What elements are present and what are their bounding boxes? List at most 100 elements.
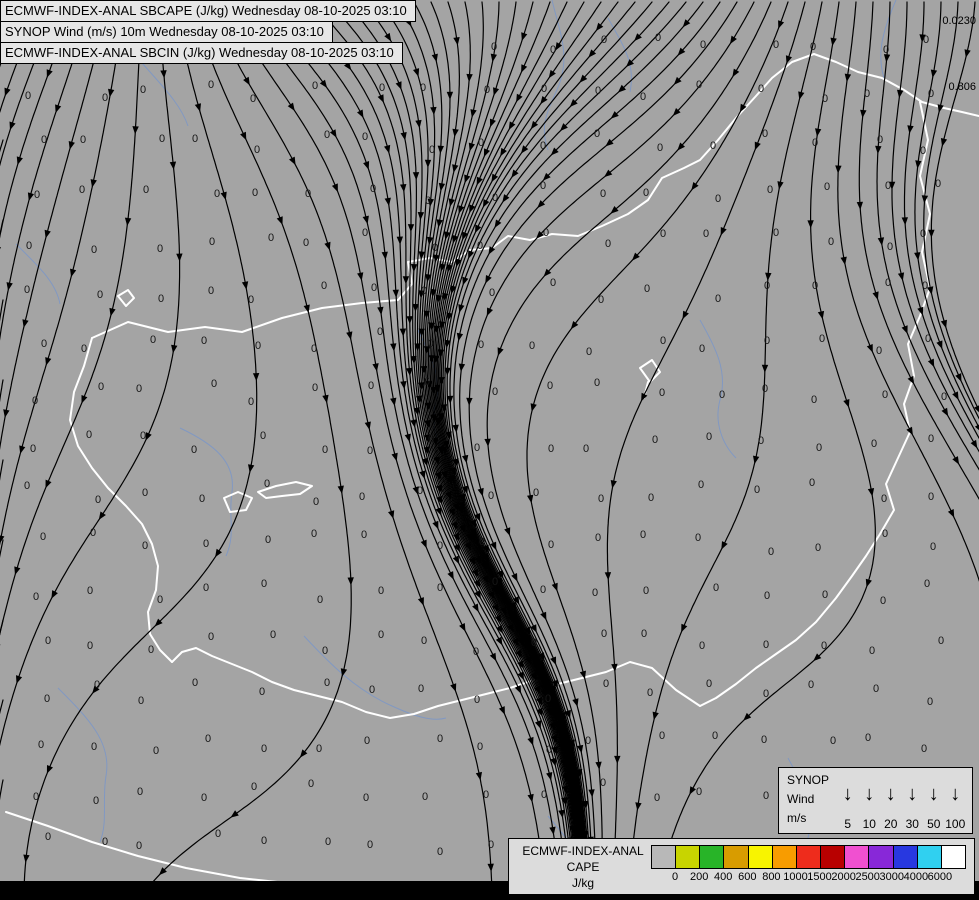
cin-zero-label: 0 [421,285,427,297]
wind-legend-units: m/s [787,809,837,828]
cin-zero-label: 0 [864,88,870,100]
cin-zero-label: 0 [32,395,38,407]
cin-zero-label: 0 [533,487,539,499]
cin-zero-label: 0 [98,381,104,393]
wind-arrow-icon: ↓ [945,777,967,811]
cin-zero-label: 0 [696,786,702,798]
cape-tick-label: 600 [738,871,756,883]
wind-arrow-icon: ↓ [880,777,902,811]
cape-colorbar-units: J/kg [515,875,651,891]
cape-swatch [917,846,941,868]
cin-zero-label: 0 [715,293,721,305]
cin-zero-label: 0 [153,745,159,757]
cin-zero-label: 0 [641,628,647,640]
cin-zero-label: 0 [26,240,32,252]
cin-zero-label: 0 [643,187,649,199]
corner-value: 0.0230 [942,15,976,27]
cin-zero-label: 0 [652,434,658,446]
wind-speed-label: 100 [945,817,967,831]
cin-zero-label: 0 [208,79,214,91]
cin-zero-label: 0 [938,635,944,647]
cin-zero-label: 0 [773,227,779,239]
cin-zero-label: 0 [159,133,165,145]
cin-zero-label: 0 [600,777,606,789]
cin-zero-label: 0 [706,678,712,690]
cin-zero-label: 0 [362,227,368,239]
cin-zero-label: 0 [215,828,221,840]
cin-zero-label: 0 [95,494,101,506]
title-line-sbcape: ECMWF-INDEX-ANAL SBCAPE (J/kg) Wednesday… [0,0,416,22]
cin-zero-label: 0 [600,188,606,200]
cin-zero-label: 0 [24,480,30,492]
cin-zero-label: 0 [594,377,600,389]
cin-zero-label: 0 [359,491,365,503]
cin-zero-label: 0 [25,90,31,102]
weather-map-svg: 0 0 0 0 0 0 0 0 0 0 0 0 0 0 0 0 0 0 0 0 0 0 0 0 0 0 0 0 0 0 0 0 0 0 0 0 0 0 0 0… [0,0,979,900]
cin-zero-label: 0 [644,283,650,295]
cin-zero-label: 0 [764,280,770,292]
cin-zero-label: 0 [90,527,96,539]
cin-zero-label: 0 [157,243,163,255]
cin-zero-label: 0 [211,378,217,390]
cin-zero-label: 0 [594,128,600,140]
cin-zero-label: 0 [437,846,443,858]
cin-zero-label: 0 [935,178,941,190]
cin-zero-label: 0 [142,540,148,552]
cin-zero-label: 0 [370,183,376,195]
cin-zero-label: 0 [428,433,434,445]
cape-swatch [820,846,844,868]
cin-zero-label: 0 [922,280,928,292]
cin-zero-label: 0 [368,380,374,392]
cin-zero-label: 0 [259,686,265,698]
cape-swatch [796,846,820,868]
cin-zero-label: 0 [595,85,601,97]
wind-arrow-icon: ↓ [902,777,924,811]
cin-zero-label: 0 [601,628,607,640]
cin-zero-label: 0 [158,293,164,305]
cin-zero-label: 0 [928,88,934,100]
cin-zero-label: 0 [474,442,480,454]
cape-swatch [675,846,699,868]
cin-zero-label: 0 [763,639,769,651]
cin-zero-label: 0 [491,41,497,53]
wind-speed-row: 510203050100 [837,817,966,831]
wind-speed-label: 5 [837,817,859,831]
cin-zero-label: 0 [140,430,146,442]
cin-zero-label: 0 [261,578,267,590]
cin-zero-label: 0 [492,192,498,204]
wind-legend-title: SYNOP [787,771,837,790]
cin-zero-label: 0 [529,340,535,352]
cin-zero-label: 0 [261,835,267,847]
cape-tick-row: 0200400600800100015002000250030004000600… [651,869,966,885]
cin-zero-label: 0 [305,188,311,200]
cape-colorbar-label: ECMWF-INDEX-ANAL CAPE J/kg [515,843,651,892]
cin-zero-label: 0 [34,189,40,201]
cin-zero-label: 0 [871,438,877,450]
cin-zero-label: 0 [140,84,146,96]
cin-zero-label: 0 [811,394,817,406]
cin-zero-label: 0 [255,340,261,352]
cin-zero-label: 0 [925,333,931,345]
cin-zero-label: 0 [268,232,274,244]
title-line-synop-wind: SYNOP Wind (m/s) 10m Wednesday 08-10-202… [0,21,333,43]
cin-zero-label: 0 [251,781,257,793]
cin-zero-label: 0 [428,338,434,350]
cin-zero-label: 0 [363,792,369,804]
cin-zero-label: 0 [643,585,649,597]
cin-zero-label: 0 [45,831,51,843]
cin-zero-label: 0 [601,34,607,46]
cin-zero-label: 0 [710,140,716,152]
wind-arrow-icon: ↓ [923,777,945,811]
cin-zero-label: 0 [421,635,427,647]
cin-zero-label: 0 [763,790,769,802]
cin-zero-label: 0 [928,491,934,503]
cin-zero-label: 0 [880,595,886,607]
cin-zero-label: 0 [531,637,537,649]
cin-zero-label: 0 [492,386,498,398]
cin-zero-label: 0 [812,280,818,292]
cin-zero-label: 0 [712,730,718,742]
cin-zero-label: 0 [437,582,443,594]
cin-zero-label: 0 [41,338,47,350]
title-box: ECMWF-INDEX-ANAL SBCAPE (J/kg) Wednesday… [0,0,416,64]
cin-zero-label: 0 [489,287,495,299]
